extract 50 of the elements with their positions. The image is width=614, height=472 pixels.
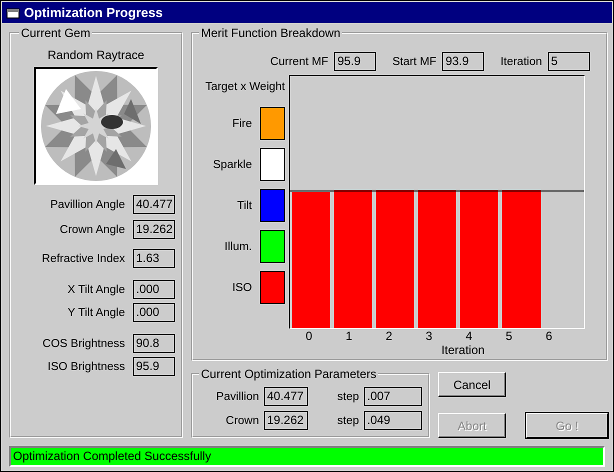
value-field: 40.477 [264, 387, 308, 406]
field-label: COS Brightness [42, 338, 125, 350]
value-field: .000 [133, 303, 175, 322]
stat-label: Start MF [392, 56, 436, 68]
field-label: ISO Brightness [46, 360, 125, 372]
field-label: Crown Angle [58, 224, 125, 236]
step-field: .007 [364, 387, 422, 406]
value-field: 19.262 [264, 411, 308, 430]
value-field: 1.63 [133, 249, 175, 268]
step-label: step [336, 390, 359, 402]
legend-label: Sparkle [213, 158, 252, 170]
window-title: Optimization Progress [24, 5, 163, 20]
axis-tick-label: 1 [344, 329, 354, 343]
stat-label: Iteration [500, 56, 542, 68]
field-label: Y Tilt Angle [66, 306, 125, 318]
value-field: 90.8 [133, 334, 175, 353]
param-label: Crown [224, 414, 259, 426]
image-caption: Random Raytrace [48, 48, 144, 62]
group-title: Merit Function Breakdown [200, 26, 342, 40]
value-field: 95.9 [334, 52, 376, 71]
step-label: step [336, 414, 359, 426]
group-title: Current Optimization Parameters [200, 367, 378, 381]
field-label: Refractive Index [40, 252, 125, 264]
legend-label: ISO [232, 282, 252, 294]
legend-label: Tilt [237, 200, 252, 212]
axis-tick-label: 4 [464, 329, 474, 343]
legend-label: Illum. [224, 240, 252, 252]
field-label: Pavillion Angle [49, 198, 125, 210]
value-field: .000 [133, 280, 175, 299]
axis-tick-label: 3 [424, 329, 434, 343]
value-field: 40.477 [133, 195, 175, 214]
value-field: 95.9 [133, 357, 175, 376]
axis-tick-label: 5 [504, 329, 514, 343]
dialog-button[interactable]: Cancel [438, 372, 506, 397]
group-title: Current Gem [20, 26, 92, 40]
field-label: X Tilt Angle [66, 284, 125, 296]
value-field: 93.9 [442, 52, 484, 71]
status-bar: Optimization Completed Successfully [9, 446, 605, 467]
stat-label: Current MF [270, 56, 328, 68]
axis-tick-label: 6 [544, 329, 554, 343]
legend-label: Fire [232, 118, 252, 130]
axis-tick-label: 0 [304, 329, 314, 343]
step-field: .049 [364, 411, 422, 430]
param-label: Pavillion [215, 390, 259, 402]
value-field: 19.262 [133, 220, 175, 239]
window-icon [6, 6, 20, 20]
axis-tick-label: 2 [384, 329, 394, 343]
legend-title: Target x Weight [205, 81, 285, 93]
axis-title: Iteration [441, 343, 485, 357]
value-field: 5 [548, 52, 590, 71]
